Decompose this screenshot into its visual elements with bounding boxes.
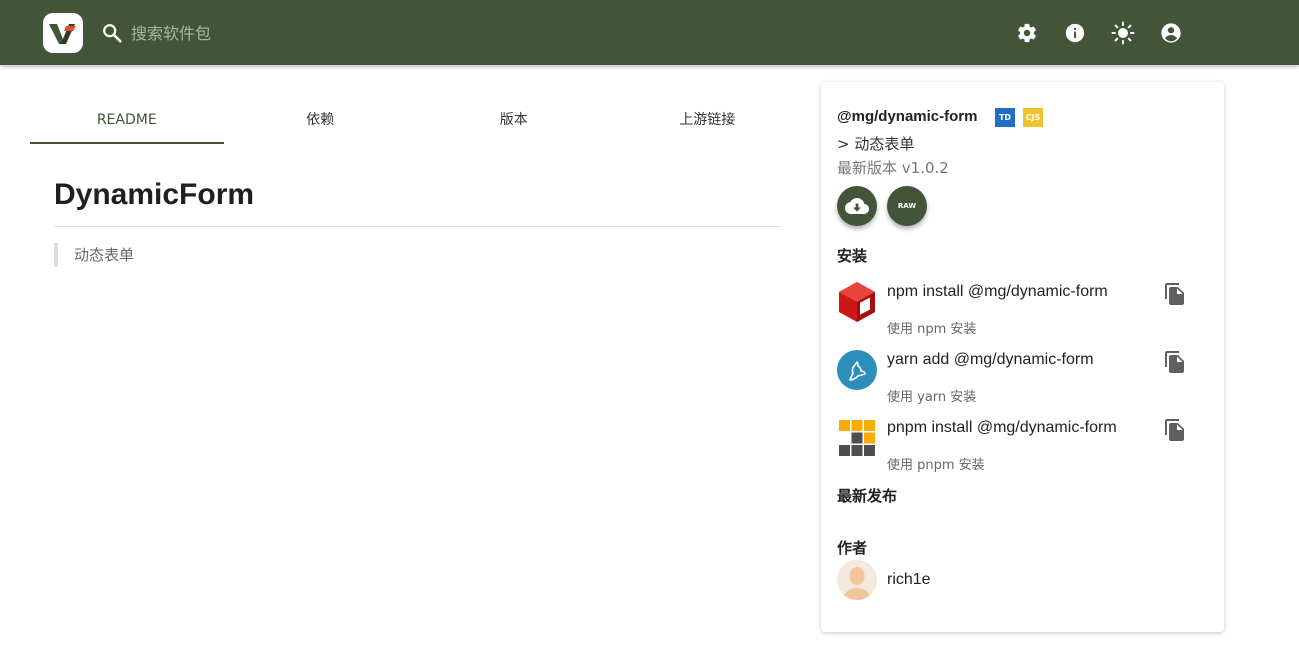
package-version: 最新版本 v1.0.2 <box>837 159 949 177</box>
copy-icon[interactable] <box>1163 282 1187 306</box>
download-tarball-button[interactable] <box>837 186 877 226</box>
tab-dependencies[interactable]: 依赖 <box>224 98 418 144</box>
author-name[interactable]: rich1e <box>887 571 931 589</box>
tab-bar: README 依赖 版本 上游链接 <box>30 98 804 144</box>
npm-icon <box>839 282 875 322</box>
typescript-badge: TD <box>995 108 1015 127</box>
tab-upstream-links[interactable]: 上游链接 <box>611 98 805 144</box>
yarn-install-command: yarn add @mg/dynamic-form <box>887 351 1094 368</box>
package-name: @mg/dynamic-form <box>837 108 978 125</box>
readme-divider <box>54 226 781 227</box>
search-input[interactable] <box>131 18 431 48</box>
account-button[interactable] <box>1158 20 1184 46</box>
tab-versions[interactable]: 版本 <box>417 98 611 144</box>
app-bar <box>0 0 1299 65</box>
npm-install-command: npm install @mg/dynamic-form <box>887 283 1108 300</box>
info-icon <box>1065 23 1085 43</box>
install-item-pnpm: pnpm install @mg/dynamic-form 使用 pnpm 安装 <box>837 418 1207 478</box>
package-info-card: @mg/dynamic-form TD CJS > 动态表单 最新版本 v1.0… <box>821 82 1224 632</box>
verdaccio-logo-icon <box>49 24 76 44</box>
user-avatar-icon <box>837 560 877 600</box>
install-section-title: 安装 <box>837 247 868 265</box>
install-item-npm: npm install @mg/dynamic-form 使用 npm 安装 <box>837 282 1207 342</box>
readme-title: DynamicForm <box>54 178 255 211</box>
pnpm-icon <box>839 420 875 456</box>
copy-icon[interactable] <box>1163 350 1187 374</box>
cloud-download-icon <box>845 198 869 214</box>
raw-label: RAW <box>897 202 917 210</box>
raw-manifest-button[interactable]: RAW <box>887 186 927 226</box>
theme-icon <box>1111 21 1135 45</box>
copy-icon[interactable] <box>1163 418 1187 442</box>
search-icon <box>103 24 122 43</box>
readme-blockquote: 动态表单 <box>54 243 134 267</box>
theme-toggle-button[interactable] <box>1110 20 1136 46</box>
npm-install-note: 使用 npm 安装 <box>887 322 977 337</box>
avatar <box>837 560 877 600</box>
install-item-yarn: yarn add @mg/dynamic-form 使用 yarn 安装 <box>837 350 1207 410</box>
yarn-icon <box>837 350 877 390</box>
pnpm-install-command: pnpm install @mg/dynamic-form <box>887 419 1117 436</box>
package-description: > 动态表单 <box>837 135 915 153</box>
info-button[interactable] <box>1062 20 1088 46</box>
settings-button[interactable] <box>1014 20 1040 46</box>
yarn-install-note: 使用 yarn 安装 <box>887 390 977 405</box>
author-section-title: 作者 <box>837 539 868 557</box>
logo[interactable] <box>43 13 83 53</box>
tab-readme[interactable]: README <box>30 98 224 144</box>
settings-icon <box>1018 23 1036 43</box>
pnpm-install-note: 使用 pnpm 安装 <box>887 458 985 473</box>
account-icon <box>1161 23 1181 43</box>
latest-release-title: 最新发布 <box>837 487 898 505</box>
commonjs-badge: CJS <box>1023 108 1043 127</box>
